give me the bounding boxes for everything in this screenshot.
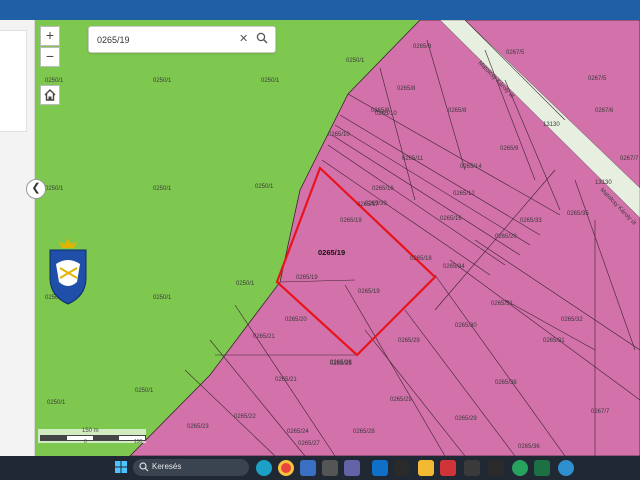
app-icon[interactable] (440, 460, 456, 476)
scale-label: 150 m (82, 428, 99, 434)
parcel-label: 0265/10 (375, 111, 397, 117)
parcel-label: 0265/32 (561, 317, 583, 323)
scale-bar-graphic (40, 435, 146, 441)
parcel-label: 0265/19 (358, 289, 380, 295)
parcel-label: 0250/1 (45, 78, 64, 84)
parcel-label: 0265/21 (275, 377, 297, 383)
parcel-label: 0265/10 (328, 132, 350, 138)
parcel-label: 0265/31 (543, 338, 565, 344)
folder-icon[interactable] (418, 460, 434, 476)
zoom-in-button[interactable]: + (40, 26, 60, 46)
side-panel-card (0, 30, 27, 132)
parcel-label: 0265/19 (296, 275, 318, 281)
parcel-label: 0250/1 (45, 186, 64, 192)
app-icon[interactable] (558, 460, 574, 476)
app-icon[interactable] (512, 460, 528, 476)
zoom-out-button[interactable]: − (40, 47, 60, 67)
map-view[interactable]: 0250/1 0250/1 0250/1 0250/1 0250/1 0250/… (35, 20, 640, 456)
app-icon[interactable] (322, 460, 338, 476)
parcel-label: 0265/16 (372, 186, 394, 192)
parcel-label: 0250/1 (255, 184, 274, 190)
parcel-label: 0265/30 (455, 323, 477, 329)
parcel-label: 0265/8 (413, 44, 432, 50)
parcel-label: 0265/38 (495, 380, 517, 386)
parcel-label: 0265/18 (410, 256, 432, 262)
parcel-label: 0265/24 (287, 429, 309, 435)
parcel-label: 0265/11 (402, 156, 424, 162)
parcel-label: 0267/7 (620, 156, 639, 162)
start-button[interactable] (113, 460, 129, 476)
taskbar-search-label: Keresés (152, 462, 182, 471)
parcel-label: 0250/1 (236, 281, 255, 287)
app-icon[interactable] (300, 460, 316, 476)
parcel-label: 0265/34 (443, 264, 465, 270)
collapse-panel-button[interactable]: ❮ (26, 179, 46, 199)
parcel-label: 0265/39 (365, 201, 387, 207)
parcel-label: 0265/29 (455, 416, 477, 422)
taskbar-search[interactable]: Keresés (133, 459, 249, 476)
side-panel (0, 20, 35, 456)
parcel-label: 0265/20 (285, 317, 307, 323)
scale-tick: 0 (84, 439, 87, 445)
parcel-label: 0265/35 (567, 211, 589, 217)
parcel-label: 0265/20 (495, 234, 517, 240)
app-icon[interactable] (488, 460, 504, 476)
parcel-label: 0250/1 (135, 388, 154, 394)
parcel-label: 0267/7 (591, 409, 610, 415)
parcel-label: 0267/5 (506, 50, 525, 56)
parcel-label: 0265/26 (330, 360, 352, 366)
parcel-label: 0265/21 (253, 334, 275, 340)
parcel-label: 0265/19 (340, 218, 362, 224)
parcel-label: 0267/5 (588, 76, 607, 82)
home-button[interactable] (40, 85, 60, 105)
close-icon[interactable]: ✕ (239, 32, 248, 45)
parcel-label: 0250/1 (153, 186, 172, 192)
parcel-label: 0265/27 (298, 441, 320, 447)
parcel-label: 0250/1 (261, 78, 280, 84)
selected-parcel-label: 0265/19 (318, 248, 345, 257)
parcel-label: 0265/12 (453, 191, 475, 197)
search-input[interactable] (95, 31, 229, 49)
parcel-label: 0265/8 (448, 108, 467, 114)
excel-icon[interactable] (534, 460, 550, 476)
parcel-label: 0265/9 (500, 146, 519, 152)
windows-taskbar: Keresés (0, 456, 640, 480)
parcel-label: 0265/22 (234, 414, 256, 420)
parcel-label: 0265/36 (518, 444, 540, 450)
street-number-label: 13130 (543, 122, 560, 128)
parcel-label: 0265/14 (460, 164, 482, 170)
mail-icon[interactable] (372, 460, 388, 476)
search-icon (139, 462, 149, 472)
parcel-label: 0265/23 (187, 424, 209, 430)
parcel-label: 0250/1 (346, 58, 365, 64)
parcel-label: 0250/1 (47, 400, 66, 406)
street-number-label: 13130 (595, 180, 612, 186)
parcel-label: 0265/28 (353, 429, 375, 435)
parcel-label: 0265/31 (491, 301, 513, 307)
windows-logo-icon (115, 461, 127, 473)
app-header-bar (0, 0, 640, 20)
home-icon (44, 89, 56, 101)
parcel-label: 0250/1 (153, 295, 172, 301)
scale-tick: 150 (134, 439, 143, 445)
parcel-label: 0265/16 (440, 216, 462, 222)
search-icon[interactable] (256, 32, 268, 44)
parcel-label: 0265/8 (397, 86, 416, 92)
search-box: ✕ (88, 26, 276, 53)
parcel-label: 0250/1 (153, 78, 172, 84)
map-canvas[interactable]: 0250/1 0250/1 0250/1 0250/1 0250/1 0250/… (35, 20, 640, 456)
scale-bar: 150 m 0 150 (38, 428, 146, 445)
teams-icon[interactable] (344, 460, 360, 476)
parcel-label: 0267/6 (595, 108, 614, 114)
chevron-left-icon: ❮ (31, 182, 41, 194)
parcel-label: 0265/29 (390, 397, 412, 403)
edge-icon[interactable] (256, 460, 272, 476)
parcel-label: 0265/33 (520, 218, 542, 224)
app-icon[interactable] (394, 460, 410, 476)
app-icon[interactable] (464, 460, 480, 476)
chrome-icon[interactable] (278, 460, 294, 476)
parcel-label: 0265/29 (398, 338, 420, 344)
